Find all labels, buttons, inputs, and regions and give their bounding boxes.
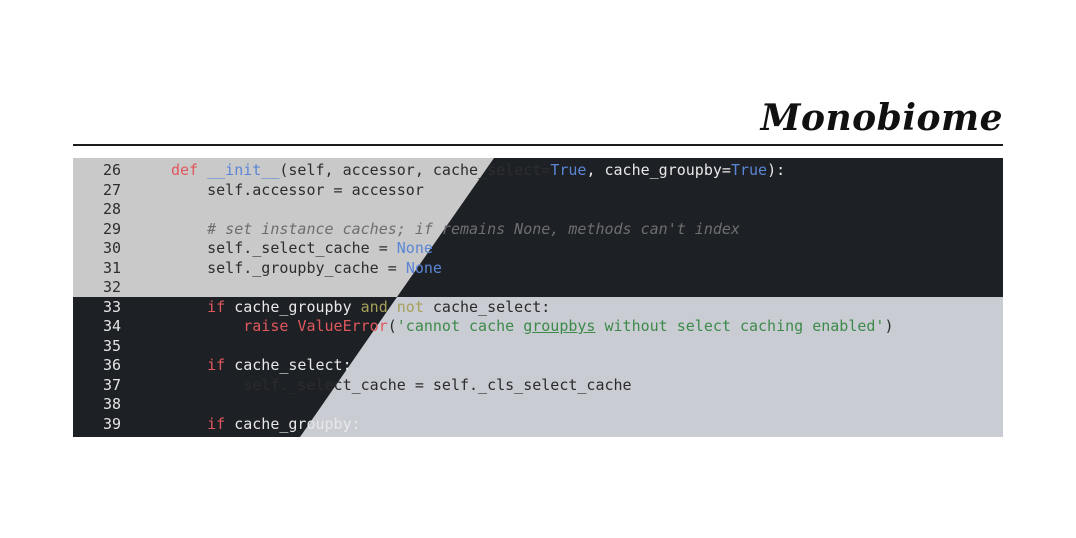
token-operator: not	[396, 297, 424, 316]
line-number: 36	[102, 356, 121, 374]
token-constant: None	[396, 239, 433, 257]
token-keyword: if	[207, 297, 226, 316]
token-plain: ):	[767, 161, 786, 179]
token-keyword: def	[171, 161, 199, 179]
line-number: 27	[102, 180, 121, 199]
line-number: 35	[102, 336, 121, 355]
token-constant: True	[550, 161, 587, 179]
token-string: 'cannot cache	[396, 317, 524, 335]
token-comment: # set instance caches; if remains None, …	[207, 219, 740, 238]
line-number: 31	[102, 258, 121, 277]
title-divider	[73, 144, 1003, 146]
code-line: 28	[73, 200, 1003, 220]
line-number: 26	[102, 161, 121, 179]
token-plain: self._groupby_cache =	[207, 258, 406, 277]
code-line: 36 if cache_select:	[73, 356, 1003, 376]
token-string: without select caching enabled'	[595, 317, 885, 335]
token-plain: self.accessor = accessor	[207, 180, 424, 199]
code-line: 29 # set instance caches; if remains Non…	[73, 220, 1003, 240]
token-keyword: if	[207, 414, 226, 433]
token-constant: True	[730, 161, 768, 179]
token-plain: cache_groupby:	[225, 414, 361, 433]
code-line: 32	[73, 278, 1003, 298]
token-operator: and	[360, 297, 388, 316]
token-plain: cache_select:	[423, 297, 551, 316]
line-number: 37	[102, 375, 121, 394]
code-line: 33 if cache_groupby and not cache_select…	[73, 298, 1003, 318]
page-title: Monobiome	[760, 97, 1003, 139]
code-line: 27 self.accessor = accessor	[73, 181, 1003, 201]
code-line: 38	[73, 395, 1003, 415]
token-keyword: if	[207, 356, 226, 374]
line-number: 29	[102, 219, 121, 238]
code-line: 34 raise ValueError('cannot cache groupb…	[73, 317, 1003, 337]
code-line: 26 def __init__(self, accessor, cache_sel…	[73, 161, 1003, 181]
token-class: ValueError	[297, 317, 388, 335]
line-number: 33	[102, 297, 121, 316]
line-number: 38	[102, 395, 121, 413]
code-line: 35	[73, 337, 1003, 357]
code-panel: 26 def __init__(self, accessor, cache_sel…	[73, 158, 1003, 437]
token-plain: cache_select:	[225, 356, 352, 374]
token-plain: (self, accessor, cache_select=	[279, 161, 551, 179]
code-line: 31 self._groupby_cache = None	[73, 259, 1003, 279]
line-number: 30	[102, 239, 121, 257]
token-keyword: raise	[243, 317, 289, 335]
page: Monobiome 26 def __init__(self, accessor,…	[0, 0, 1076, 538]
token-plain: self._select_cache =	[207, 239, 397, 257]
code-lines: 26 def __init__(self, accessor, cache_sel…	[73, 161, 1003, 434]
token-function: __init__	[207, 161, 280, 179]
code-line: 37 self._select_cache = self._cls_select…	[73, 376, 1003, 396]
line-number: 39	[102, 414, 121, 433]
code-line: 30 self._select_cache = None	[73, 239, 1003, 259]
token-plain: self._select_cache = self._cls_select_ca…	[243, 375, 632, 394]
token-constant: None	[405, 258, 442, 277]
token-plain: cache_groupby	[225, 297, 361, 316]
line-number: 34	[102, 317, 121, 335]
line-number: 32	[102, 278, 121, 296]
token-plain: , cache_groupby=	[586, 161, 731, 179]
line-number: 28	[102, 200, 121, 218]
code-line: 39 if cache_groupby:	[73, 415, 1003, 435]
token-string-underlined: groupbys	[523, 317, 596, 335]
